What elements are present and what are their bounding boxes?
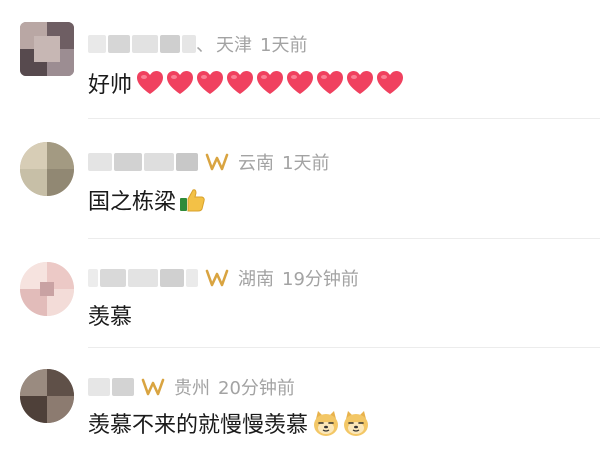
comment-meta: 云南 1天前	[88, 150, 329, 174]
doge-icon	[312, 409, 340, 437]
heart-emoji-group	[134, 70, 404, 96]
divider	[88, 238, 600, 239]
username-blurred[interactable]	[88, 35, 196, 53]
timestamp: 1天前	[282, 153, 330, 174]
username-separator: 、	[196, 35, 214, 56]
comment-text: 国之栋梁	[88, 190, 177, 215]
timestamp: 19分钟前	[282, 269, 359, 290]
location-label: 云南	[238, 153, 274, 174]
comment-item[interactable]: 贵州 20分钟前 羡慕不来的就慢慢羡慕	[0, 349, 600, 455]
heart-icon	[376, 70, 404, 96]
comment-text: 羡慕不来的就慢慢羡慕	[88, 413, 309, 438]
comment-item[interactable]: 、 天津 1天前 好帅	[0, 0, 600, 120]
heart-icon	[346, 70, 374, 96]
avatar[interactable]	[20, 369, 74, 423]
heart-icon	[256, 70, 284, 96]
comment-text-row: 好帅	[88, 68, 404, 98]
avatar[interactable]	[20, 22, 74, 76]
username-blurred[interactable]	[88, 378, 134, 396]
thumbs-up-icon	[178, 186, 206, 214]
comment-text: 羡慕	[88, 305, 133, 330]
avatar[interactable]	[20, 142, 74, 196]
vip-badge-icon	[204, 268, 230, 288]
location-label: 贵州	[174, 378, 210, 399]
comment-text-row: 羡慕不来的就慢慢羡慕	[88, 408, 370, 438]
comment-text-row: 羡慕	[88, 300, 132, 330]
heart-icon	[136, 70, 164, 96]
comment-meta: 、 天津 1天前	[88, 32, 307, 56]
timestamp: 1天前	[260, 35, 308, 56]
avatar[interactable]	[20, 262, 74, 316]
divider	[88, 347, 600, 348]
comment-meta: 贵州 20分钟前	[88, 375, 295, 399]
divider	[88, 118, 600, 119]
comment-text: 好帅	[88, 73, 133, 98]
doge-emoji-group	[310, 409, 370, 437]
comment-item[interactable]: 湖南 19分钟前 羡慕	[0, 240, 600, 348]
doge-icon	[342, 409, 370, 437]
heart-icon	[316, 70, 344, 96]
comment-item[interactable]: 云南 1天前 国之栋梁	[0, 120, 600, 238]
heart-icon	[286, 70, 314, 96]
comment-meta: 湖南 19分钟前	[88, 266, 359, 290]
comment-text-row: 国之栋梁	[88, 185, 206, 215]
location-label: 湖南	[238, 269, 274, 290]
location-label: 天津	[216, 35, 252, 56]
vip-badge-icon	[204, 152, 230, 172]
heart-icon	[166, 70, 194, 96]
heart-icon	[226, 70, 254, 96]
username-blurred[interactable]	[88, 269, 198, 287]
timestamp: 20分钟前	[218, 378, 295, 399]
heart-icon	[196, 70, 224, 96]
vip-badge-icon	[140, 377, 166, 397]
username-blurred[interactable]	[88, 153, 198, 171]
